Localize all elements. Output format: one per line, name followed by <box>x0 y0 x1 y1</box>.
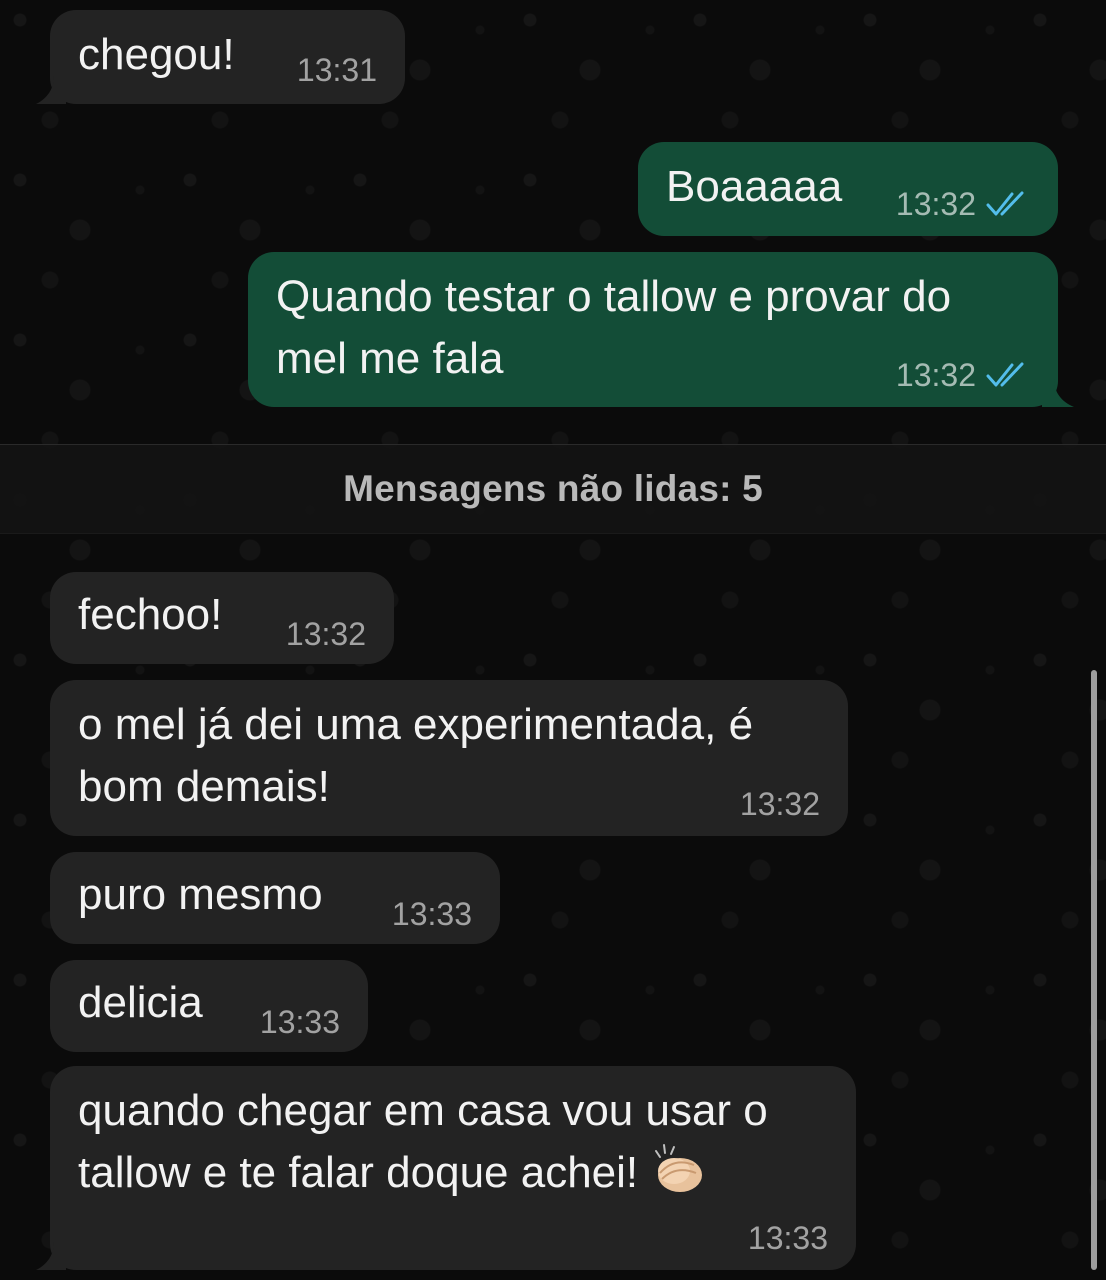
bubble-tail <box>1042 379 1074 407</box>
message-meta: 13:33 <box>260 1002 340 1042</box>
message-meta: 13:31 <box>297 50 377 90</box>
message-time: 13:32 <box>285 616 366 652</box>
message-meta: 13:32 <box>740 784 820 824</box>
message-meta: 13:33 <box>392 894 472 934</box>
message-bubble-incoming[interactable]: puro mesmo 13:33 <box>50 852 500 944</box>
message-meta: 13:33 <box>748 1218 828 1258</box>
message-time: 13:31 <box>296 52 377 88</box>
message-time: 13:33 <box>747 1220 828 1256</box>
message-text: Quando testar o tallow e provar do mel m… <box>276 272 952 383</box>
message-bubble-incoming[interactable]: o mel já dei uma experimentada, é bom de… <box>50 680 848 836</box>
message-bubble-incoming[interactable]: quando chegar em casa vou usar o tallow … <box>36 1066 856 1270</box>
message-text: puro mesmo <box>78 870 323 919</box>
message-bubble-outgoing[interactable]: Quando testar o tallow e provar do mel m… <box>248 252 1074 407</box>
unread-messages-divider: Mensagens não lidas: 5 <box>0 444 1106 534</box>
message-time: 13:32 <box>895 186 976 222</box>
scrollbar[interactable] <box>1091 670 1097 1270</box>
message-time: 13:32 <box>739 786 820 822</box>
clapping-hands-icon <box>655 1144 703 1192</box>
message-bubble-incoming[interactable]: chegou! 13:31 <box>36 10 405 104</box>
double-check-read-icon <box>986 191 1024 216</box>
message-time: 13:32 <box>895 357 976 393</box>
message-text: fechoo! <box>78 590 223 639</box>
bubble-tail <box>36 76 66 104</box>
message-bubble-outgoing[interactable]: Boaaaaa 13:32 <box>638 142 1058 236</box>
message-text: o mel já dei uma experimentada, é bom de… <box>78 700 754 811</box>
double-check-read-icon <box>986 362 1024 387</box>
message-bubble-incoming[interactable]: delicia 13:33 <box>50 960 368 1052</box>
message-text: chegou! <box>78 30 235 79</box>
bubble-tail <box>36 1242 66 1270</box>
message-text: quando chegar em casa vou usar o tallow … <box>78 1080 768 1204</box>
message-meta: 13:32 <box>896 184 1030 224</box>
message-text: Boaaaaa <box>666 162 843 211</box>
chat-area[interactable]: chegou! 13:31 Boaaaaa 13:32 Quando testa… <box>0 0 1106 1280</box>
message-bubble-incoming[interactable]: fechoo! 13:32 <box>50 572 394 664</box>
message-time: 13:33 <box>391 896 472 932</box>
message-time: 13:33 <box>259 1004 340 1040</box>
message-meta: 13:32 <box>286 614 366 654</box>
message-meta: 13:32 <box>896 355 1030 395</box>
message-text: delicia <box>78 978 203 1027</box>
unread-messages-label: Mensagens não lidas: 5 <box>343 468 763 509</box>
